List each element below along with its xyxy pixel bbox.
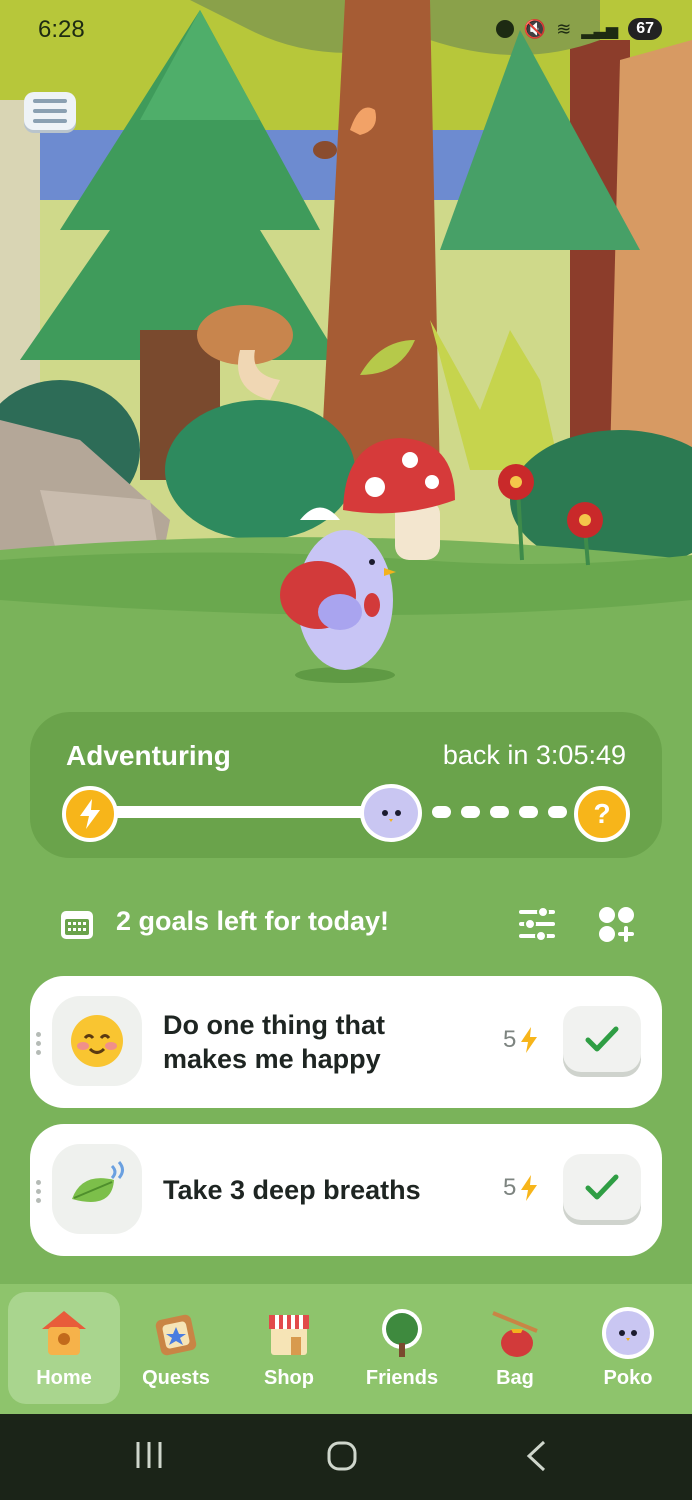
menu-icon-line bbox=[33, 119, 67, 123]
nav-bag-label: Bag bbox=[496, 1367, 534, 1389]
leaf-breath-icon bbox=[72, 1161, 124, 1202]
adventure-card[interactable] bbox=[30, 712, 662, 858]
mystery-destination-icon[interactable]: ? bbox=[574, 786, 630, 842]
progress-track bbox=[90, 806, 392, 818]
status-time: 6:28 bbox=[38, 16, 85, 43]
goal-points: 5 bbox=[503, 1174, 538, 1202]
back-icon[interactable] bbox=[524, 1440, 548, 1476]
goal-icon-container bbox=[52, 996, 142, 1086]
goal-points: 5 bbox=[503, 1026, 538, 1054]
home-system-icon[interactable] bbox=[326, 1440, 358, 1476]
shop-icon bbox=[269, 1315, 309, 1355]
complete-goal-button[interactable] bbox=[563, 1006, 641, 1072]
complete-goal-button[interactable] bbox=[563, 1154, 641, 1220]
filter-sliders-icon[interactable] bbox=[518, 906, 556, 946]
goal-points-value: 5 bbox=[503, 1174, 517, 1201]
recent-apps-icon[interactable] bbox=[134, 1440, 164, 1474]
nav-shop-label: Shop bbox=[264, 1367, 314, 1389]
tree-icon bbox=[382, 1309, 422, 1357]
goal-points-value: 5 bbox=[503, 1026, 517, 1053]
energy-bolt-icon bbox=[62, 786, 118, 842]
mute-icon: 🔇 bbox=[523, 18, 547, 40]
dnd-icon bbox=[495, 20, 514, 38]
quest-board-icon bbox=[155, 1314, 197, 1356]
status-icons: 🔇 ≋ ▂▃▅ 67 bbox=[495, 18, 662, 40]
nav-quests-label: Quests bbox=[142, 1367, 210, 1389]
adventure-timer: back in 3:05:49 bbox=[442, 740, 626, 770]
nav-bag[interactable]: Bag bbox=[459, 1292, 571, 1404]
nav-friends[interactable]: Friends bbox=[346, 1292, 458, 1404]
nav-poko[interactable]: Poko bbox=[572, 1292, 684, 1404]
poko-icon bbox=[602, 1307, 654, 1359]
signal-icon: ▂▃▅ bbox=[581, 19, 619, 39]
goal-icon-container bbox=[52, 1144, 142, 1234]
forest-scene bbox=[0, 0, 692, 700]
goal-title: Do one thing that makes me happy bbox=[163, 1010, 385, 1074]
birdhouse-icon bbox=[42, 1311, 86, 1355]
goal-title: Take 3 deep breaths bbox=[163, 1175, 421, 1205]
nav-quests[interactable]: Quests bbox=[120, 1292, 232, 1404]
check-icon bbox=[585, 1174, 619, 1200]
check-icon bbox=[585, 1026, 619, 1052]
energy-bolt-icon bbox=[521, 1027, 538, 1053]
nav-friends-label: Friends bbox=[365, 1367, 439, 1389]
nav-home-label: Home bbox=[36, 1367, 92, 1389]
smiling-face-icon bbox=[71, 1015, 123, 1067]
bag-icon bbox=[492, 1311, 538, 1357]
menu-icon bbox=[33, 99, 67, 103]
wifi-icon: ≋ bbox=[556, 18, 572, 40]
remaining-progress bbox=[432, 806, 567, 818]
poko-progress-icon bbox=[360, 784, 422, 842]
menu-button[interactable] bbox=[24, 92, 76, 130]
battery-indicator: 67 bbox=[628, 18, 662, 40]
drag-handle-icon[interactable] bbox=[36, 1180, 42, 1203]
calendar-icon[interactable] bbox=[60, 910, 94, 944]
energy-bolt-icon bbox=[521, 1175, 538, 1201]
nav-poko-label: Poko bbox=[603, 1367, 653, 1389]
nav-shop[interactable]: Shop bbox=[233, 1292, 345, 1404]
add-goal-grid-icon[interactable] bbox=[598, 906, 636, 948]
drag-handle-icon[interactable] bbox=[36, 1032, 42, 1055]
menu-icon-line bbox=[33, 109, 67, 113]
goals-remaining: 2 goals left for today! bbox=[116, 906, 390, 936]
adventure-status: Adventuring bbox=[66, 740, 231, 771]
nav-home[interactable]: Home bbox=[8, 1292, 120, 1404]
